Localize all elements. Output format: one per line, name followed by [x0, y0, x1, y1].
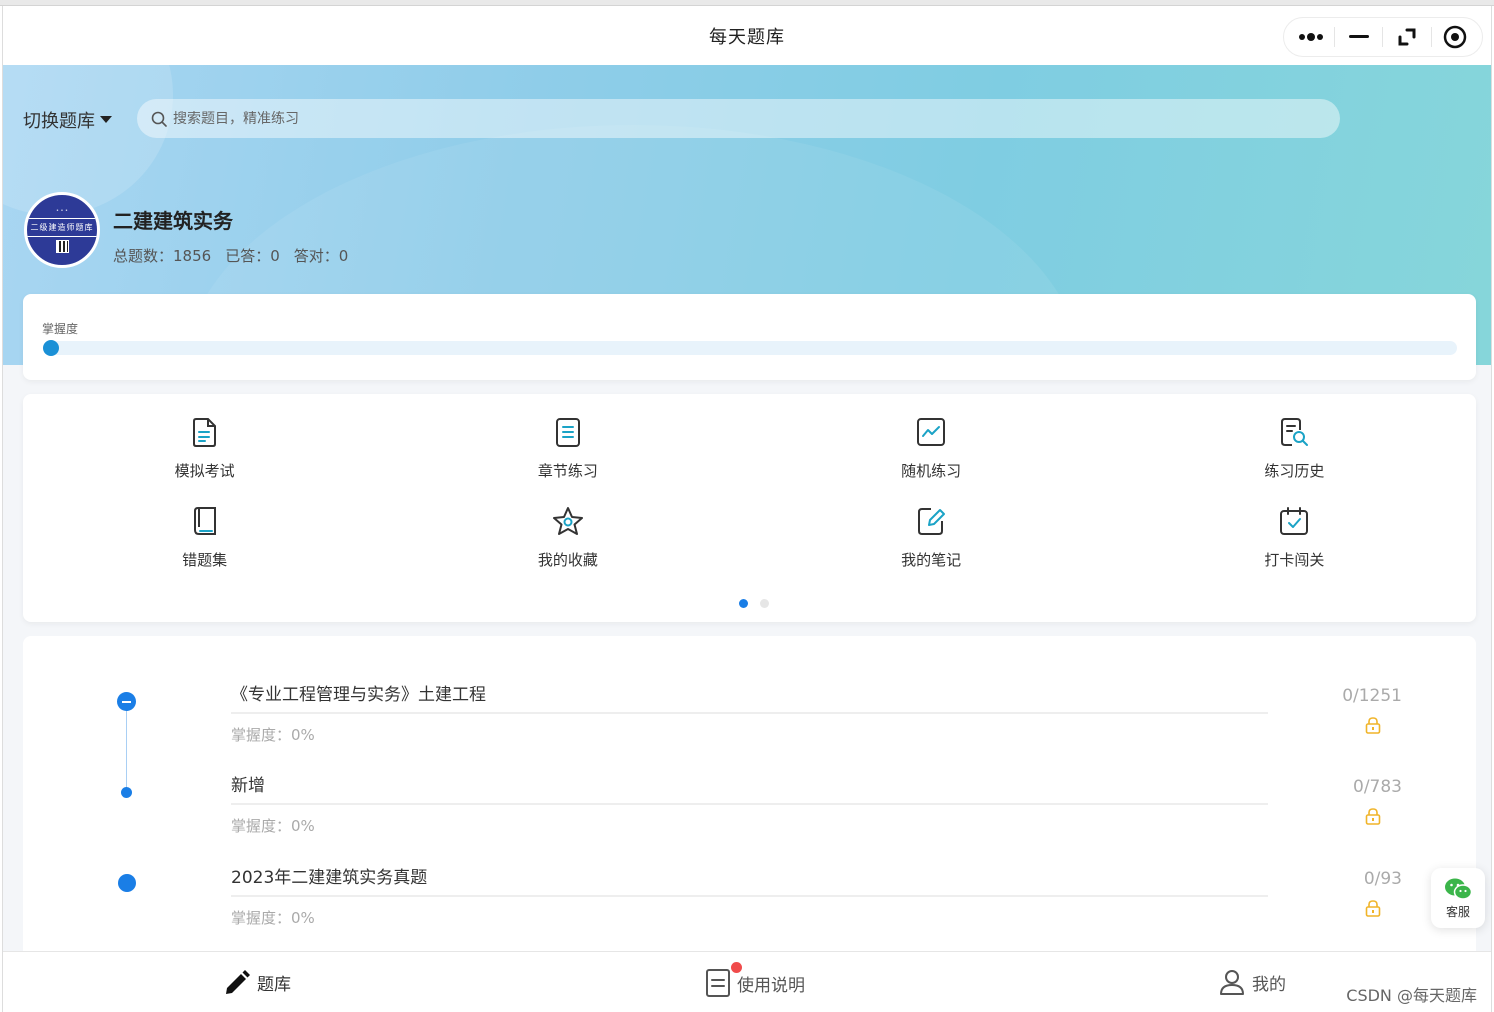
document-icon — [187, 414, 223, 450]
chapter-name: 《专业工程管理与实务》土建工程 — [231, 685, 486, 705]
menu-item-label: 我的笔记 — [901, 551, 962, 569]
menu-item-my-favorites[interactable]: 我的收藏 — [386, 503, 749, 570]
page-title: 每天题库 — [709, 26, 785, 48]
library-stats: 总题数：1856 已答：0 答对：0 — [113, 245, 348, 266]
menu-item-wrong-questions[interactable]: 错题集 — [23, 503, 386, 570]
lock-icon[interactable] — [1364, 899, 1382, 917]
mastery-card: 掌握度 — [23, 294, 1476, 380]
close-target-icon — [1443, 25, 1467, 49]
chapter-name: 新增 — [231, 776, 265, 796]
menu-item-practice-history[interactable]: 练习历史 — [1113, 414, 1476, 481]
chart-line-icon — [913, 414, 949, 450]
menu-item-label: 打卡闯关 — [1264, 551, 1325, 569]
mastery-progress-track — [43, 340, 1457, 356]
chapter-name: 2023年二建建筑实务真题 — [231, 868, 428, 888]
mastery-label: 掌握度 — [42, 322, 79, 336]
restore-icon — [1398, 28, 1416, 46]
window-capsule — [1283, 17, 1483, 57]
more-icon — [1298, 33, 1323, 41]
chapter-row[interactable]: 《专业工程管理与实务》土建工程 掌握度：0% 0/1251 — [23, 646, 1476, 744]
user-icon — [1220, 970, 1244, 995]
customer-service-label: 客服 — [1445, 904, 1470, 919]
chapter-list-card: 《专业工程管理与实务》土建工程 掌握度：0% 0/1251 新增 掌握度：0% … — [23, 636, 1476, 996]
restore-button[interactable] — [1389, 22, 1425, 52]
menu-item-label: 练习历史 — [1264, 462, 1325, 480]
close-button[interactable] — [1437, 22, 1473, 52]
menu-item-my-notes[interactable]: 我的笔记 — [750, 503, 1113, 570]
capsule-divider — [1382, 27, 1384, 47]
menu-item-label: 模拟考试 — [174, 462, 235, 480]
decorative-bubble — [3, 65, 173, 215]
chapter-count: 0/93 — [1363, 869, 1402, 889]
menu-item-mock-exam[interactable]: 模拟考试 — [23, 414, 386, 481]
mastery-progress-knob — [43, 340, 59, 356]
chapter-divider — [231, 803, 1268, 805]
capsule-divider — [1334, 27, 1336, 47]
stat-answered: 已答：0 — [225, 247, 280, 265]
tab-user-guide[interactable]: 使用说明 — [705, 962, 805, 998]
calendar-check-icon — [1276, 503, 1312, 539]
tab-label: 题库 — [257, 974, 291, 995]
menu-item-label: 随机练习 — [901, 462, 962, 480]
lock-icon[interactable] — [1364, 716, 1382, 734]
tab-mine[interactable]: 我的 — [1218, 968, 1286, 996]
chapter-count: 0/1251 — [1342, 686, 1402, 706]
list-document-icon — [550, 414, 586, 450]
menu-item-chapter-practice[interactable]: 章节练习 — [386, 414, 749, 481]
customer-service-button[interactable]: 客服 — [1431, 868, 1485, 928]
mini-program-window: 每天题库 切换题库 搜索题目，精准练习 • • • 二级建造师题库 二建建筑实务… — [2, 6, 1492, 1012]
tab-label: 我的 — [1252, 974, 1286, 995]
tab-label: 使用说明 — [737, 975, 805, 996]
library-name: 二建建筑实务 — [113, 209, 233, 233]
tab-question-bank[interactable]: 题库 — [223, 968, 291, 996]
capsule-divider — [1430, 27, 1432, 47]
wechat-icon — [1445, 878, 1472, 900]
lock-icon[interactable] — [1364, 807, 1382, 825]
star-icon — [550, 503, 586, 539]
chapter-divider — [231, 895, 1268, 897]
menu-item-random-practice[interactable]: 随机练习 — [750, 414, 1113, 481]
book-icon — [187, 503, 223, 539]
minimize-icon — [1348, 35, 1369, 38]
qr-code-icon — [55, 239, 69, 253]
search-icon — [151, 111, 167, 127]
chapter-count: 0/783 — [1353, 777, 1402, 797]
search-bar[interactable] — [137, 99, 1340, 138]
title-bar: 每天题库 — [3, 6, 1491, 65]
pager-dot-active[interactable] — [738, 599, 748, 608]
library-avatar: • • • 二级建造师题库 — [24, 192, 100, 268]
watermark: CSDN @每天题库 — [1346, 986, 1477, 1005]
notification-dot — [731, 962, 742, 973]
switch-library-button[interactable]: 切换题库 — [23, 107, 113, 133]
chapter-row[interactable]: 新增 掌握度：0% 0/783 — [23, 737, 1476, 835]
caret-down-icon — [100, 116, 112, 123]
feature-menu-grid: 模拟考试 章节练习 随机练习 练习历史 错题集 我的收藏 我的笔记 打卡闯关 — [23, 414, 1476, 570]
guide-icon — [706, 969, 730, 997]
avatar-text: 二级建造师题库 — [27, 217, 97, 237]
menu-pager-dots — [738, 599, 769, 608]
menu-item-label: 我的收藏 — [537, 551, 598, 569]
feature-menu-card: 模拟考试 章节练习 随机练习 练习历史 错题集 我的收藏 我的笔记 打卡闯关 — [23, 394, 1476, 622]
stat-total: 总题数：1856 — [113, 247, 212, 265]
bottom-tab-bar: 题库 使用说明 我的 CSDN @每天题库 — [3, 951, 1491, 1012]
stat-correct: 答对：0 — [293, 247, 349, 265]
avatar-dots: • • • — [55, 207, 69, 214]
switch-library-label: 切换题库 — [23, 111, 95, 132]
menu-item-label: 错题集 — [182, 551, 228, 569]
pencil-icon — [226, 970, 250, 994]
menu-item-label: 章节练习 — [537, 462, 598, 480]
minimize-button[interactable] — [1341, 22, 1377, 52]
note-edit-icon — [913, 503, 949, 539]
menu-item-check-in[interactable]: 打卡闯关 — [1113, 503, 1476, 570]
search-input[interactable] — [173, 110, 1273, 127]
more-button[interactable] — [1293, 22, 1329, 52]
history-search-icon — [1276, 414, 1312, 450]
pager-dot[interactable] — [759, 599, 769, 608]
chapter-mastery: 掌握度：0% — [231, 909, 315, 927]
chapter-divider — [231, 712, 1268, 714]
chapter-row[interactable]: 2023年二建建筑实务真题 掌握度：0% 0/93 — [23, 829, 1476, 927]
